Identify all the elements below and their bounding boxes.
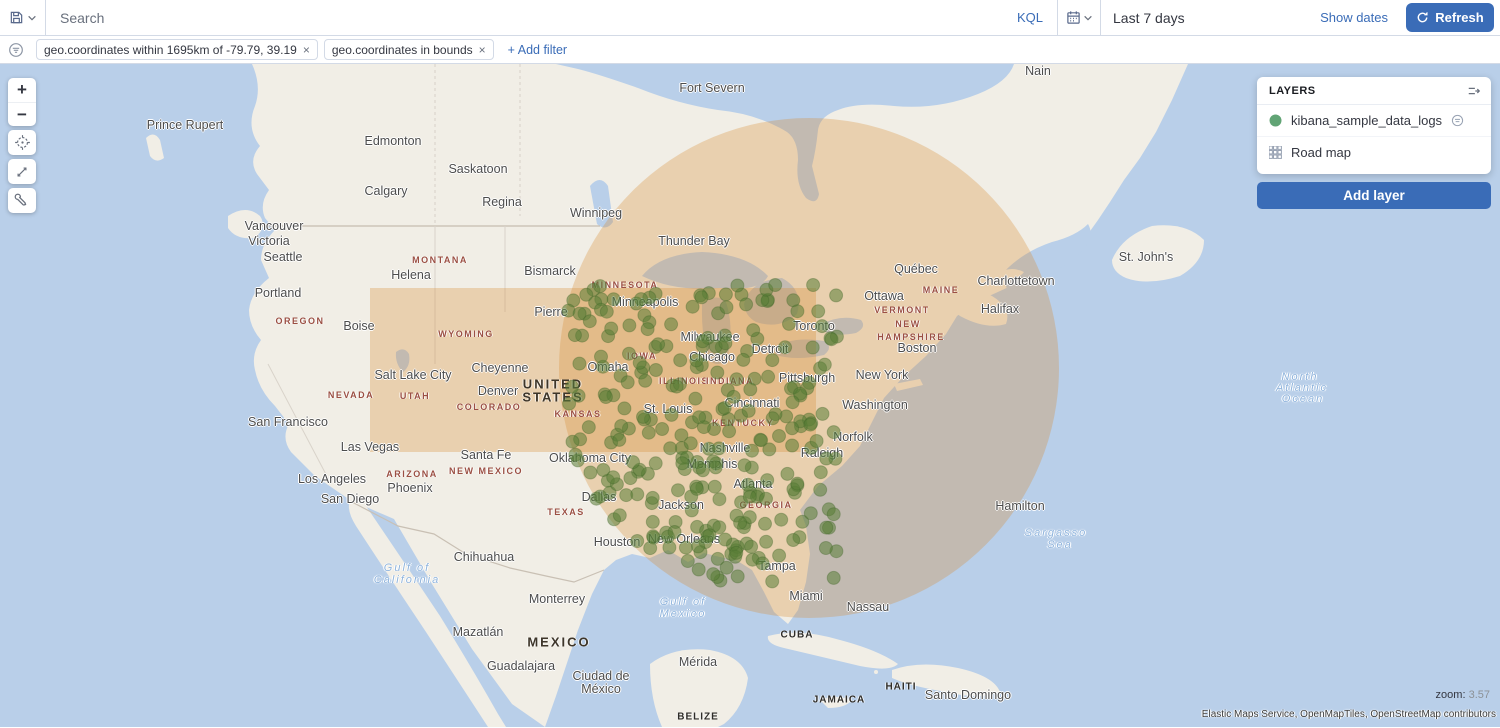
measure-distance-button[interactable]	[8, 159, 36, 184]
remove-filter-icon[interactable]: ×	[479, 43, 486, 57]
filter-pill-label: geo.coordinates in bounds	[332, 43, 473, 57]
layer-swatch-grid-icon	[1269, 146, 1282, 159]
save-icon	[9, 10, 24, 25]
map-attribution: Elastic Maps Service, OpenMapTiles, Open…	[1202, 709, 1496, 720]
filter-pill[interactable]: geo.coordinates within 1695km of -79.79,…	[36, 39, 318, 60]
layers-panel: LAYERS kibana_sample_data_logs Road map	[1257, 77, 1491, 174]
filter-pill-group: geo.coordinates within 1695km of -79.79,…	[36, 39, 494, 60]
time-range-value[interactable]: Last 7 days	[1113, 10, 1185, 26]
search-input[interactable]	[58, 9, 1013, 27]
crosshair-icon	[14, 134, 31, 151]
ignore-global-filter-icon	[1451, 114, 1464, 127]
remove-filter-icon[interactable]: ×	[303, 43, 310, 57]
refresh-icon	[1416, 11, 1429, 24]
saved-query-menu-button[interactable]	[0, 0, 46, 35]
layer-name: Road map	[1291, 145, 1351, 160]
collapse-panel-icon[interactable]	[1467, 84, 1481, 98]
layer-name: kibana_sample_data_logs	[1291, 113, 1442, 128]
layer-swatch-circle-icon	[1269, 114, 1282, 127]
layer-row[interactable]: Road map	[1257, 136, 1491, 168]
search-bar: KQL	[46, 0, 1057, 35]
zoom-in-button[interactable]: +	[8, 78, 36, 102]
filter-bar: geo.coordinates within 1695km of -79.79,…	[0, 36, 1500, 64]
distance-filter-overlay	[559, 118, 1059, 618]
refresh-label: Refresh	[1435, 10, 1483, 25]
tools-button[interactable]	[8, 188, 36, 213]
show-dates-button[interactable]: Show dates	[1320, 10, 1388, 25]
filter-pill[interactable]: geo.coordinates in bounds ×	[324, 39, 494, 60]
zoom-indicator-label: zoom:	[1436, 689, 1466, 701]
filter-pill-label: geo.coordinates within 1695km of -79.79,…	[44, 43, 297, 57]
wrench-icon	[14, 193, 30, 209]
top-navigation-bar: KQL Last 7 days Show dates Refresh	[0, 0, 1500, 36]
add-filter-button[interactable]: + Add filter	[508, 43, 567, 57]
zoom-out-button[interactable]: −	[8, 102, 36, 126]
calendar-icon	[1066, 10, 1081, 25]
diagonal-arrow-icon	[14, 164, 30, 180]
date-picker-button[interactable]	[1058, 0, 1100, 35]
time-range-section: Last 7 days Show dates	[1100, 0, 1400, 35]
layer-list: kibana_sample_data_logs Road map	[1257, 105, 1491, 168]
filter-icon[interactable]	[8, 42, 24, 58]
kql-button[interactable]: KQL	[1013, 10, 1047, 25]
layers-panel-title: LAYERS	[1269, 85, 1316, 97]
chevron-down-icon	[1083, 13, 1093, 23]
chevron-down-icon	[27, 13, 37, 23]
layers-panel-header: LAYERS	[1257, 77, 1491, 105]
zoom-control-group: + −	[8, 78, 36, 126]
set-view-button[interactable]	[8, 130, 36, 155]
zoom-indicator-value: 3.57	[1469, 689, 1490, 701]
layer-row[interactable]: kibana_sample_data_logs	[1257, 105, 1491, 136]
map-canvas[interactable]: NainFort SevernPrince RupertEdmontonSask…	[0, 64, 1500, 727]
add-layer-button[interactable]: Add layer	[1257, 182, 1491, 209]
refresh-button[interactable]: Refresh	[1406, 3, 1494, 32]
zoom-indicator: zoom: 3.57	[1436, 689, 1490, 701]
